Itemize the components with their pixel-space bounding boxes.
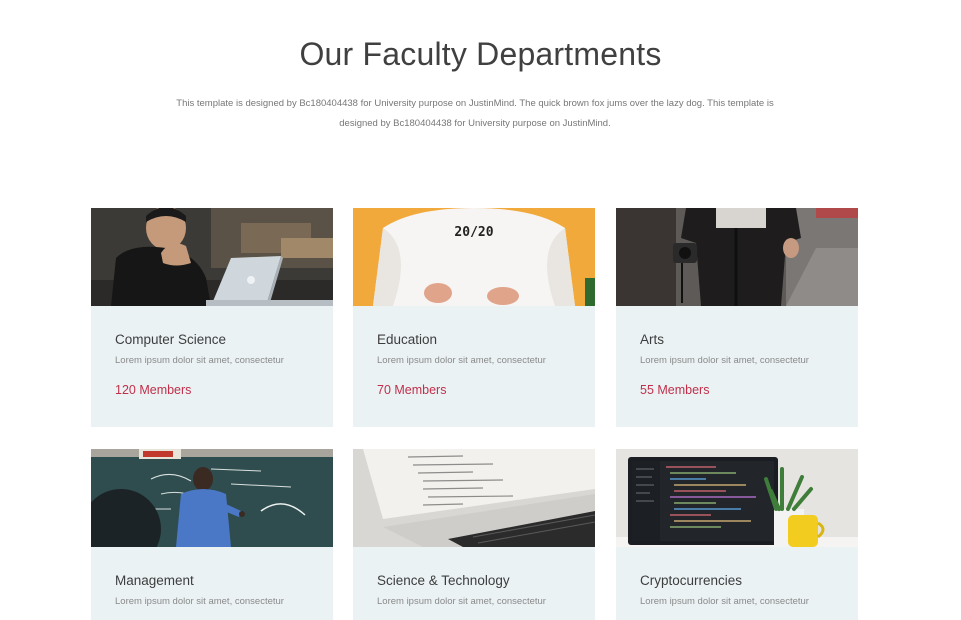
department-description: Lorem ipsum dolor sit amet, consectetur xyxy=(377,355,546,366)
page-subtitle: This template is designed by Bc180404438… xyxy=(176,98,774,129)
science-technology-photo xyxy=(353,449,595,547)
department-description: Lorem ipsum dolor sit amet, consectetur xyxy=(115,355,284,366)
management-photo xyxy=(91,449,333,547)
department-members[interactable]: 55 Members xyxy=(640,383,709,397)
education-photo: 20/20 xyxy=(353,208,595,306)
department-members[interactable]: 120 Members xyxy=(115,383,191,397)
cryptocurrencies-photo xyxy=(616,449,858,547)
shirt-print-text: 20/20 xyxy=(454,225,493,240)
department-name: Management xyxy=(115,573,194,588)
computer-science-photo xyxy=(91,208,333,306)
department-name: Education xyxy=(377,332,438,347)
arts-photo xyxy=(616,208,858,306)
department-card-science-technology[interactable]: Science & Technology Lorem ipsum dolor s… xyxy=(353,449,595,620)
department-card-management[interactable]: Management Lorem ipsum dolor sit amet, c… xyxy=(91,449,333,620)
department-description: Lorem ipsum dolor sit amet, consectetur xyxy=(640,596,809,607)
department-description: Lorem ipsum dolor sit amet, consectetur xyxy=(377,596,546,607)
page-title: Our Faculty Departments xyxy=(299,36,662,72)
department-name: Science & Technology xyxy=(377,573,510,588)
department-card-education[interactable]: 20/20 Education Lorem ipsum dolor sit am… xyxy=(353,208,595,427)
department-members[interactable]: 70 Members xyxy=(377,383,446,397)
department-name: Arts xyxy=(640,332,665,347)
department-name: Cryptocurrencies xyxy=(640,573,743,588)
department-card-computer-science[interactable]: Computer Science Lorem ipsum dolor sit a… xyxy=(91,208,333,427)
department-description: Lorem ipsum dolor sit amet, consectetur xyxy=(115,596,284,607)
department-description: Lorem ipsum dolor sit amet, consectetur xyxy=(640,355,809,366)
department-name: Computer Science xyxy=(115,332,227,347)
department-card-cryptocurrencies[interactable]: Cryptocurrencies Lorem ipsum dolor sit a… xyxy=(616,449,858,620)
department-card-arts[interactable]: Arts Lorem ipsum dolor sit amet, consect… xyxy=(616,208,858,427)
